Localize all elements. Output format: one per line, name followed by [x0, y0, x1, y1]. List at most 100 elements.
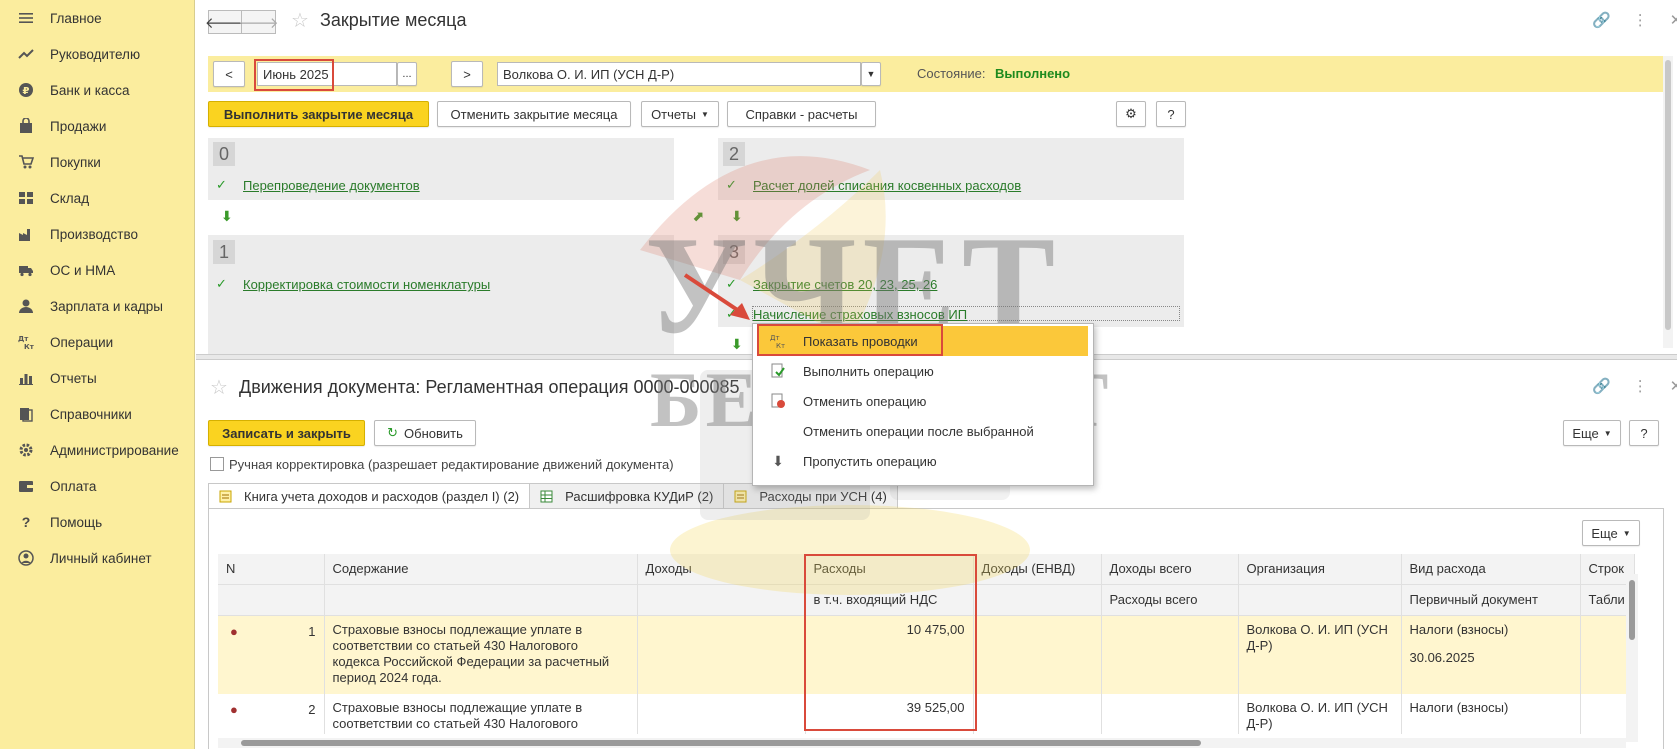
more-vertical-icon[interactable]: ⋮ — [1633, 11, 1648, 29]
scrollbar-thumb[interactable] — [241, 740, 1201, 746]
sidebar-item-label: Банк и касса — [50, 82, 130, 98]
refresh-button[interactable]: ↻ Обновить — [374, 420, 476, 446]
reports-dropdown-button[interactable]: Отчеты ▼ — [641, 101, 719, 127]
sidebar-item-production[interactable]: Производство — [0, 216, 194, 252]
sidebar-item-label: Руководителю — [50, 46, 141, 62]
sidebar-item-main[interactable]: Главное — [0, 0, 194, 36]
sidebar-item-account[interactable]: Личный кабинет — [0, 540, 194, 576]
more-label: Еще — [1572, 425, 1599, 441]
scrollbar-thumb[interactable] — [1629, 580, 1635, 640]
organization-dropdown-button[interactable]: ▼ — [861, 62, 881, 86]
highlight-expense-column — [804, 554, 977, 731]
primary-document-date: 30.06.2025 — [1409, 650, 1475, 665]
chevron-down-icon: ▼ — [866, 69, 876, 79]
menu-item-skip[interactable]: ⬇ Пропустить операцию — [758, 446, 1088, 476]
menu-item-execute[interactable]: Выполнить операцию — [758, 356, 1088, 386]
execute-closing-button[interactable]: Выполнить закрытие месяца — [208, 101, 429, 127]
sidebar-item-warehouse[interactable]: Склад — [0, 180, 194, 216]
more-vertical-icon[interactable]: ⋮ — [1633, 377, 1648, 395]
sidebar-item-references[interactable]: Справочники — [0, 396, 194, 432]
scrollbar-thumb[interactable] — [1665, 60, 1671, 330]
bar-chart-icon — [18, 370, 34, 386]
organization-field[interactable]: Волкова О. И. ИП (УСН Д-Р) — [497, 62, 861, 86]
sidebar: Главное Руководителю ₽ Банк и касса Прод… — [0, 0, 195, 749]
prev-period-button[interactable]: < — [213, 61, 245, 87]
sidebar-item-operations[interactable]: Дт Кт Операции — [0, 324, 194, 360]
forward-button[interactable]: 🡒 — [238, 10, 279, 34]
close-icon[interactable]: ✕ — [1670, 11, 1677, 29]
column-subheader[interactable]: Расходы всего — [1101, 584, 1239, 616]
row-number-cell: ● 1 — [218, 615, 325, 694]
sidebar-item-admin[interactable]: Администрирование — [0, 432, 194, 468]
sidebar-item-label: Главное — [50, 10, 102, 26]
column-header[interactable]: Доходы — [637, 554, 806, 585]
tab-usn-expenses[interactable]: Расходы при УСН (4) — [723, 483, 898, 509]
menu-item-cancel[interactable]: Отменить операцию — [758, 386, 1088, 416]
column-header[interactable]: Доходы (ЕНВД) — [973, 554, 1102, 585]
operation-link[interactable]: Корректировка стоимости номенклатуры — [243, 277, 490, 292]
operation-link[interactable]: Расчет долей списания косвенных расходов — [753, 178, 1021, 193]
menu-item-cancel-after[interactable]: Отменить операции после выбранной — [758, 416, 1088, 446]
help-button[interactable]: ? — [1629, 420, 1659, 446]
favorite-star-icon[interactable]: ☆ — [291, 8, 309, 33]
tab-income-expense-book[interactable]: Книга учета доходов и расходов (раздел I… — [208, 483, 531, 509]
account-icon — [18, 550, 34, 566]
sidebar-item-payment[interactable]: Оплата — [0, 468, 194, 504]
operation-link[interactable]: Перепроведение документов — [243, 178, 420, 193]
next-period-button[interactable]: > — [451, 61, 483, 87]
settings-button[interactable]: ⚙ — [1116, 101, 1146, 127]
nav-buttons: 🡐 🡒 — [205, 10, 279, 34]
row-marker-icon: ● — [230, 624, 238, 639]
column-header[interactable]: N — [218, 554, 325, 585]
tab-kudir-details[interactable]: Расшифровка КУДиР (2) — [529, 483, 725, 509]
expense-kind-cell: Налоги (взносы) 30.06.2025 — [1401, 615, 1581, 694]
column-header[interactable]: Содержание — [324, 554, 638, 585]
favorite-star-icon[interactable]: ☆ — [210, 375, 228, 400]
sidebar-item-assets[interactable]: ОС и НМА — [0, 252, 194, 288]
references-button[interactable]: Справки - расчеты — [727, 101, 876, 127]
column-subheader — [324, 584, 638, 616]
column-header[interactable]: Организация — [1238, 554, 1402, 585]
column-header[interactable]: Вид расхода — [1401, 554, 1581, 585]
blank-icon — [770, 423, 786, 439]
menu-icon — [18, 10, 34, 26]
manual-correction-checkbox[interactable] — [210, 457, 224, 471]
help-button[interactable]: ? — [1156, 101, 1186, 127]
person-icon — [18, 298, 34, 314]
state-label: Состояние: — [917, 66, 986, 81]
save-and-close-button[interactable]: Записать и закрыть — [208, 420, 365, 446]
sidebar-item-purchases[interactable]: Покупки — [0, 144, 194, 180]
column-subheader[interactable]: Первичный документ — [1401, 584, 1581, 616]
column-subheader — [1238, 584, 1402, 616]
sidebar-item-label: Склад — [50, 190, 90, 206]
link-icon[interactable]: 🔗 — [1592, 377, 1611, 395]
column-header[interactable]: Доходы всего — [1101, 554, 1239, 585]
ruble-icon: ₽ — [18, 82, 34, 98]
cancel-closing-button[interactable]: Отменить закрытие месяца — [437, 101, 631, 127]
sidebar-item-reports[interactable]: Отчеты — [0, 360, 194, 396]
period-select-button[interactable]: ... — [397, 62, 417, 86]
sidebar-item-sales[interactable]: Продажи — [0, 108, 194, 144]
check-icon: ✓ — [726, 177, 737, 192]
more-button[interactable]: Еще ▼ — [1563, 420, 1621, 446]
truck-icon — [18, 262, 34, 278]
sidebar-item-manager[interactable]: Руководителю — [0, 36, 194, 72]
menu-item-label: Пропустить операцию — [803, 453, 937, 469]
sidebar-item-bank[interactable]: ₽ Банк и касса — [0, 72, 194, 108]
dt-kt-icon: Дт Кт — [18, 334, 34, 350]
sidebar-item-label: Операции — [50, 334, 114, 350]
close-icon[interactable]: ✕ — [1670, 377, 1677, 395]
sidebar-item-label: Зарплата и кадры — [50, 298, 163, 314]
table-more-button[interactable]: Еще ▼ — [1582, 520, 1640, 546]
income-total-cell — [1101, 693, 1239, 734]
shopping-bag-icon — [18, 118, 34, 134]
state-value: Выполнено — [995, 66, 1071, 81]
sidebar-item-salary[interactable]: Зарплата и кадры — [0, 288, 194, 324]
link-icon[interactable]: 🔗 — [1592, 11, 1611, 29]
svg-text:₽: ₽ — [23, 86, 30, 97]
factory-icon — [18, 226, 34, 242]
back-button[interactable]: 🡐 — [205, 10, 245, 34]
more-label: Еще — [1591, 525, 1618, 541]
sidebar-item-help[interactable]: ? Помощь — [0, 504, 194, 540]
annotation-arrow — [683, 273, 750, 320]
